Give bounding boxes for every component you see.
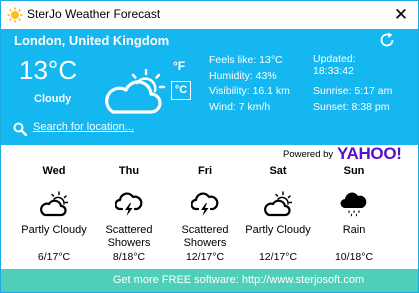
sunrise: Sunrise: 5:17 am	[313, 85, 393, 97]
partly-cloudy-icon	[264, 191, 292, 217]
app-window: SterJo Weather Forecast ✕ London, United…	[0, 0, 419, 293]
day-condition: Partly Cloudy	[21, 224, 87, 236]
day-condition: Scattered Showers	[181, 224, 229, 249]
current-condition: Cloudy	[34, 93, 72, 105]
visibility: Visibility: 16.1 km	[209, 85, 290, 97]
day-temperature: 12/17°C	[185, 251, 225, 263]
weather-details: Feels like: 13°C Humidity: 43% Visibilit…	[209, 53, 290, 115]
title-bar: SterJo Weather Forecast ✕	[1, 1, 418, 29]
celsius-toggle[interactable]: °C	[171, 81, 191, 100]
refresh-icon[interactable]	[378, 31, 396, 49]
current-temperature: 13°C	[19, 55, 78, 85]
wind: Wind: 7 km/h	[209, 100, 271, 113]
day-name: Wed	[42, 165, 66, 177]
location-label: London, United Kingdom	[14, 33, 170, 48]
close-button[interactable]: ✕	[390, 4, 412, 26]
day-name: Sat	[269, 165, 287, 177]
search-icon[interactable]	[13, 122, 27, 136]
thunder-cloud-icon	[115, 192, 143, 216]
fahrenheit-toggle[interactable]: °F	[173, 59, 185, 73]
footer-link[interactable]: Get more FREE software: http://www.sterj…	[1, 274, 418, 286]
updated-info: Updated: 18:33:42	[313, 53, 356, 77]
sunset: Sunset: 8:38 pm	[313, 100, 390, 113]
humidity: Humidity: 43%	[209, 69, 277, 82]
sun-times: Sunrise: 5:17 am Sunset: 8:38 pm	[313, 84, 392, 115]
partly-cloudy-icon	[40, 191, 68, 217]
footer-bar: Get more FREE software: http://www.sterj…	[1, 269, 418, 292]
sun-app-icon	[7, 7, 23, 23]
day-temperature: 12/17°C	[258, 251, 298, 263]
day-temperature: 6/17°C	[37, 251, 71, 263]
feels-like: Feels like: 13°C	[209, 54, 283, 66]
powered-by-label: Powered by	[283, 149, 334, 160]
day-condition: Rain	[342, 224, 366, 236]
day-name: Sun	[343, 165, 365, 177]
updated-time: 18:33:42	[313, 65, 354, 77]
day-condition: Partly Cloudy	[245, 224, 311, 236]
partly-cloudy-icon	[105, 69, 166, 114]
window-title: SterJo Weather Forecast	[27, 7, 161, 21]
day-name: Thu	[118, 165, 140, 177]
day-temperature: 8/18°C	[112, 251, 146, 263]
day-condition: Scattered Showers	[105, 224, 153, 249]
current-weather-panel: London, United Kingdom 13°C Cloudy °F °C…	[1, 29, 418, 145]
rain-cloud-icon	[340, 192, 367, 217]
search-location-link[interactable]: Search for location...	[33, 121, 134, 133]
thunder-cloud-icon	[191, 192, 219, 216]
yahoo-logo[interactable]: YAHOO!	[337, 144, 402, 164]
day-temperature: 10/18°C	[334, 251, 374, 263]
updated-label: Updated:	[313, 53, 356, 65]
day-name: Fri	[197, 165, 213, 177]
forecast-list: Wed Partly Cloudy 6/17°C Thu Scattered S…	[1, 163, 418, 269]
